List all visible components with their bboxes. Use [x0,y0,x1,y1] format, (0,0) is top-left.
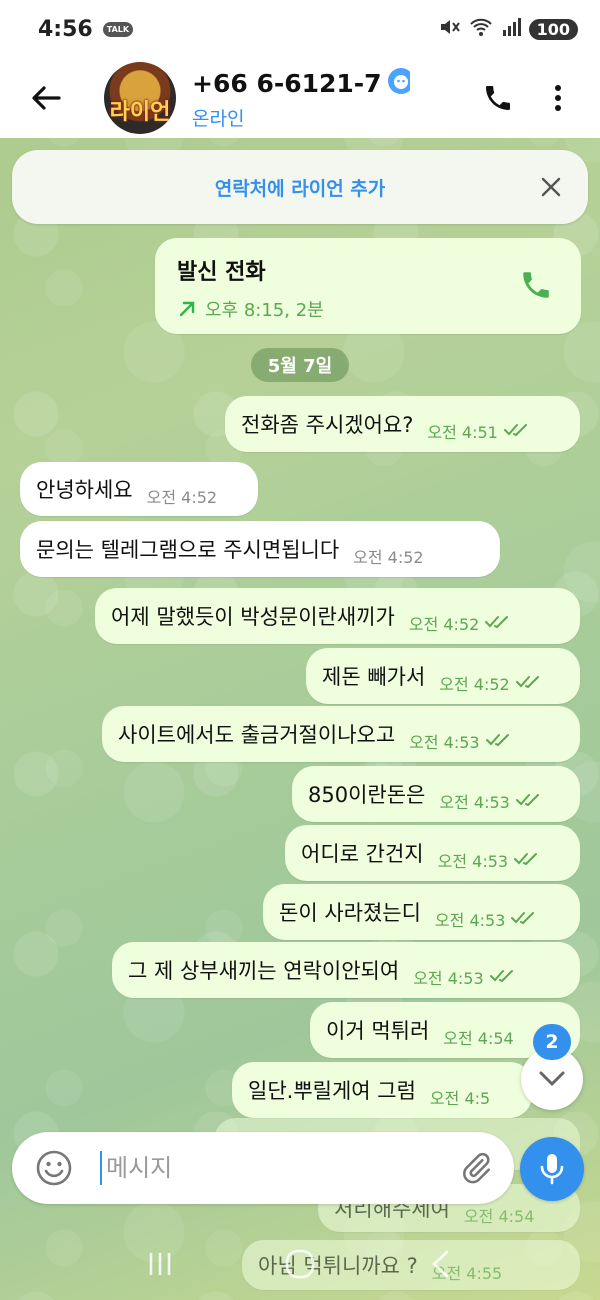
online-status: 온라인 [192,107,245,130]
close-icon [541,177,561,197]
message-time: 오전 4:53 [413,969,484,988]
add-contact-label: 연락처에 라이언 추가 [214,177,386,200]
call-detail: 오후 8:15, 2분 [205,300,324,321]
message-text: 사이트에서도 출금거절이나오고 [118,723,396,747]
message-time: 오전 4:52 [439,675,510,694]
message-composer: 메시지 [12,1132,514,1204]
message-bubble[interactable]: 일단.뿌릴게여 그럼 오전 4:5 [232,1062,532,1118]
double-check-icon [485,732,512,751]
message-time: 오전 4:53 [439,793,510,812]
attach-button[interactable] [446,1138,506,1198]
message-bubble[interactable]: 돈이 사라졌는디 오전 4:53 [263,884,580,940]
system-back-button[interactable] [410,1239,470,1289]
message-text: 돈이 사라졌는디 [279,901,421,925]
message-text: 일단.뿌릴게여 그럼 [248,1079,416,1103]
double-check-icon [485,614,511,633]
message-time: 오전 4:53 [409,733,480,752]
signal-icon [501,18,521,40]
message-text: 어제 말했듯이 박성문이란새끼가 [111,605,395,629]
double-check-icon [489,968,516,987]
recents-icon [149,1253,171,1275]
double-check-icon [503,422,530,441]
message-time: 오전 4:53 [437,852,509,871]
close-banner-button[interactable] [534,170,568,204]
more-vert-icon [555,85,561,111]
message-input[interactable]: 메시지 [100,1151,446,1185]
avatar[interactable]: 라이언 [104,62,176,134]
kakaotalk-notification-icon: TALK [102,21,134,37]
message-bubble[interactable]: 전화좀 주시겠어요? 오전 4:51 [225,396,580,452]
phone-icon [523,272,549,298]
message-time: 오전 4:52 [353,548,424,567]
message-time: 오전 4:53 [434,911,506,930]
message-text: 제돈 빼가서 [322,665,426,689]
message-time: 오전 4:5 [429,1089,491,1108]
message-bubble[interactable]: 문의는 텔레그램으로 주시면됩니다 오전 4:52 [20,521,500,577]
message-time: 오전 4:52 [408,615,480,634]
voice-record-button[interactable] [520,1137,584,1201]
message-bubble[interactable]: 그 제 상부새끼는 연락이안되여 오전 4:53 [112,942,580,998]
home-button[interactable] [270,1239,330,1289]
recent-apps-button[interactable] [130,1239,190,1289]
double-check-icon [511,910,537,929]
message-time: 오전 4:54 [443,1029,514,1048]
message-text: 전화좀 주시겠어요? [241,413,414,437]
battery-indicator: 100 [528,18,578,40]
message-text: 문의는 텔레그램으로 주시면됩니다 [36,538,340,562]
message-bubble[interactable]: 사이트에서도 출금거절이나오고 오전 4:53 [102,706,580,762]
message-bubble[interactable]: 어디로 간건지 오전 4:53 [285,825,580,881]
chevron-left-icon [432,1250,449,1278]
avatar-logo-text: 라이언 [109,100,171,125]
chat-title-box[interactable]: +66 6-6121-7 온라인 [192,66,410,131]
message-text: 어디로 간건지 [301,842,424,866]
call-back-button[interactable] [519,268,553,306]
smiley-icon [36,1150,72,1186]
message-text: 이거 먹튀러 [326,1019,430,1043]
status-bar: 4:56 TALK 100 [0,0,600,58]
message-bubble[interactable]: 어제 말했듯이 박성문이란새끼가 오전 4:52 [95,588,580,644]
paperclip-icon [463,1152,491,1184]
lion-emoji-status-icon [386,66,410,102]
system-navigation-bar [0,1236,600,1292]
double-check-icon [514,851,540,870]
unread-count-badge: 2 [533,1024,571,1060]
chevron-down-icon [539,1071,565,1086]
message-text: 안녕하세요 [36,478,133,502]
microphone-icon [540,1154,564,1185]
emoji-button[interactable] [24,1138,84,1198]
message-text: 850이란돈은 [308,783,426,807]
double-check-icon [515,674,542,693]
message-text: 그 제 상부새끼는 연락이안되여 [128,959,400,983]
message-time: 오전 4:52 [146,488,218,507]
double-check-icon [515,792,542,811]
chat-title: +66 6-6121-7 [192,69,382,98]
outgoing-arrow-icon [179,301,195,317]
arrow-left-icon [32,86,61,110]
message-time: 오전 4:51 [427,423,498,442]
call-button[interactable] [468,68,528,128]
add-contact-banner[interactable]: 연락처에 라이언 추가 [12,150,588,224]
mute-icon [439,17,461,41]
message-bubble[interactable]: 850이란돈은 오전 4:53 [292,766,580,822]
status-time: 4:56 [38,16,93,42]
message-bubble[interactable]: 안녕하세요 오전 4:52 [20,462,258,516]
outgoing-call-message[interactable]: 발신 전화 오후 8:15, 2분 [155,238,581,334]
home-icon [285,1249,315,1279]
call-title: 발신 전화 [177,260,266,285]
wifi-icon [469,17,493,41]
back-button[interactable] [16,68,76,128]
message-time: 오전 4:54 [463,1207,535,1226]
more-options-button[interactable] [528,68,588,128]
message-bubble[interactable]: 제돈 빼가서 오전 4:52 [306,648,580,704]
phone-icon [486,86,510,110]
chat-header: 라이언 +66 6-6121-7 온라인 [0,58,600,138]
date-separator: 5월 7일 [251,348,349,382]
